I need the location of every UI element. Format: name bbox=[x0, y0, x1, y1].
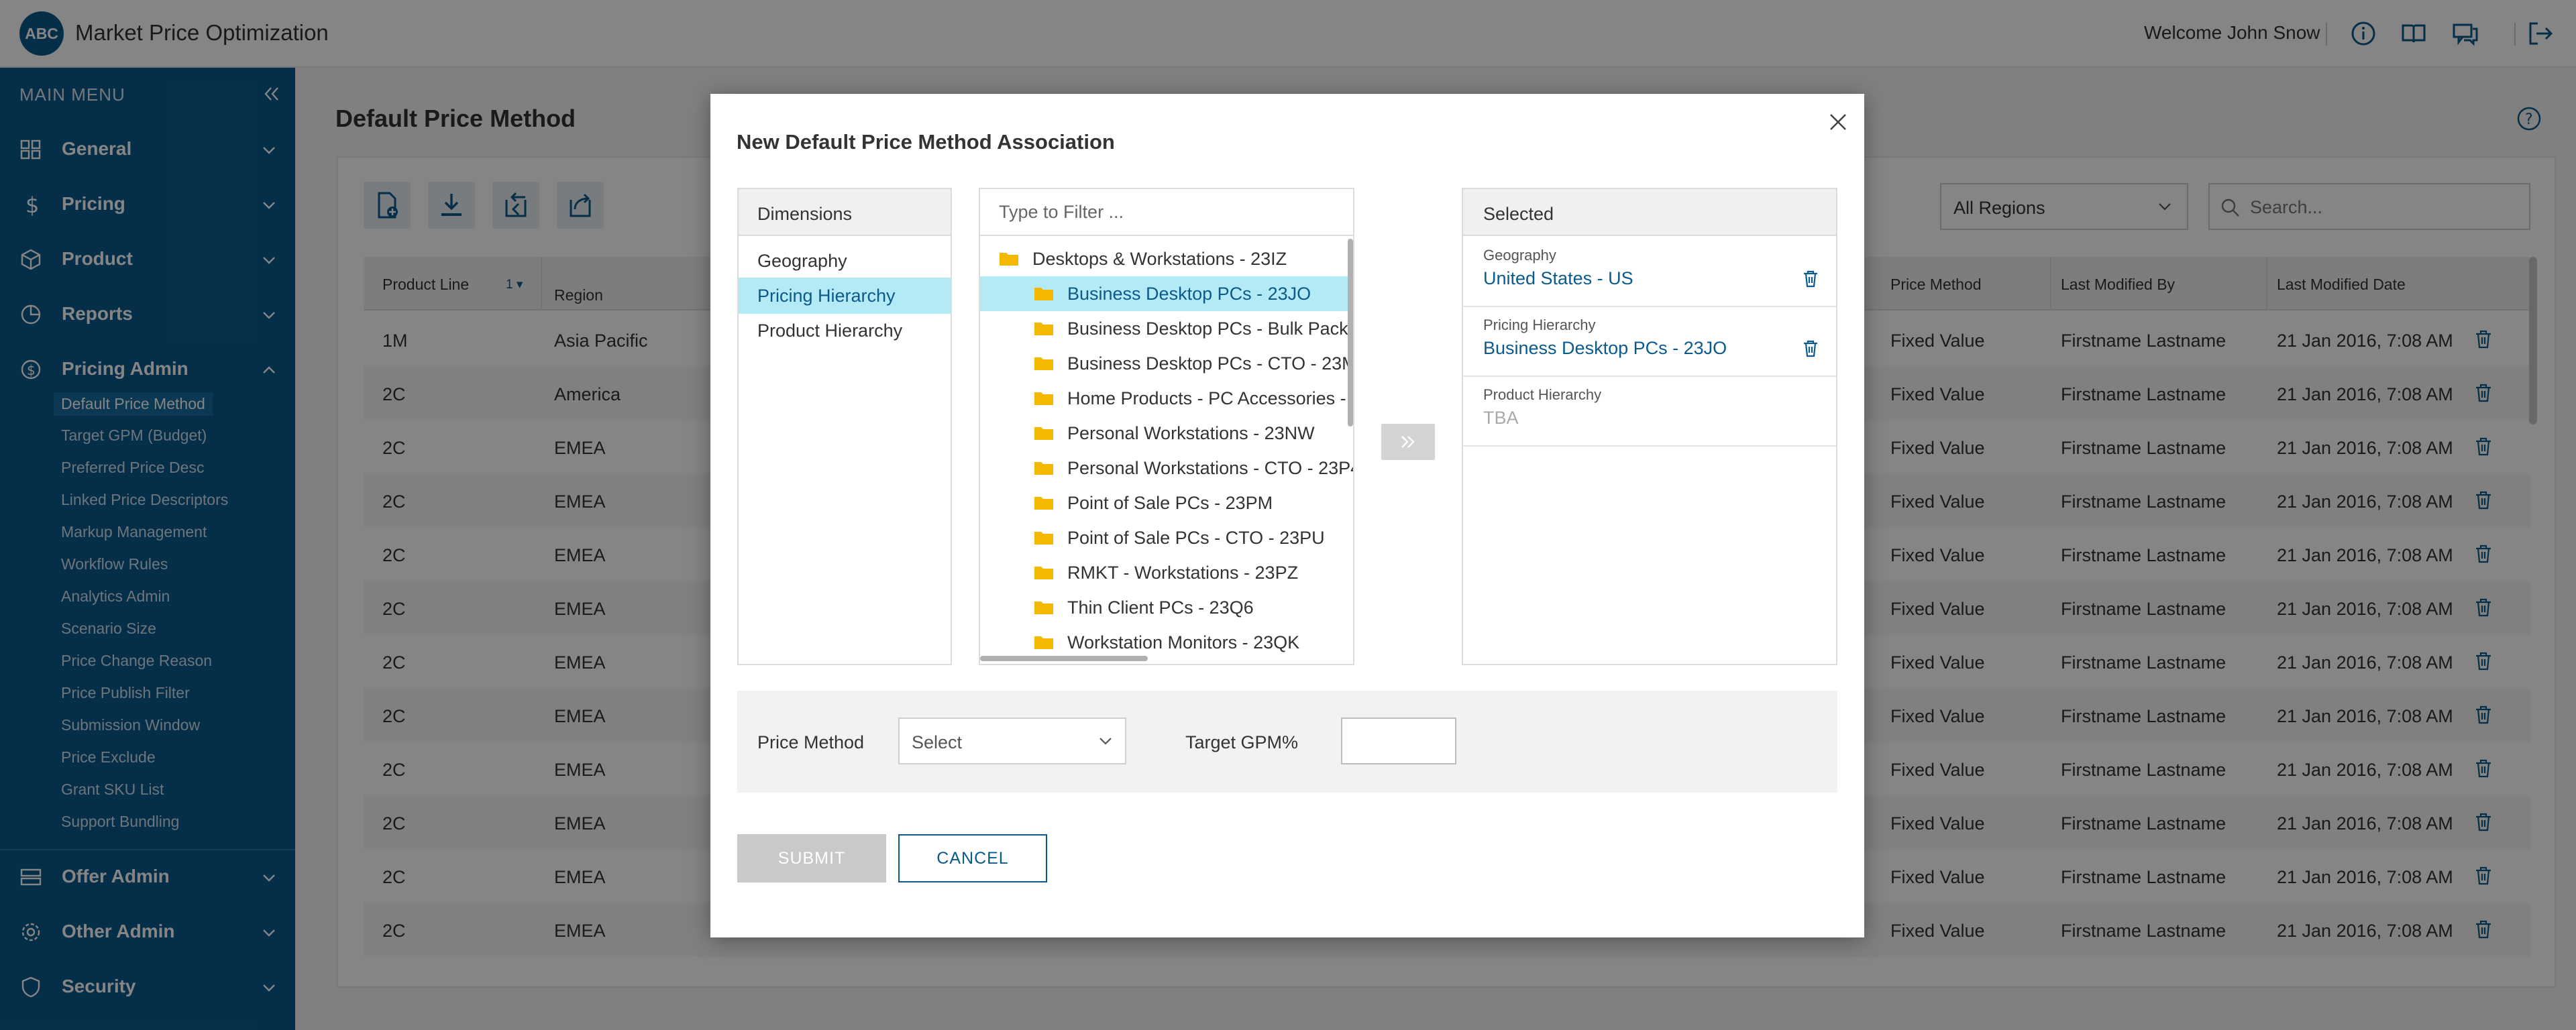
price-method-select[interactable]: Select bbox=[898, 718, 1126, 764]
folder-icon bbox=[1034, 532, 1053, 545]
folder-icon bbox=[1034, 323, 1053, 335]
tree-horizontal-scrollbar[interactable] bbox=[980, 656, 1148, 661]
dimension-product-hierarchy[interactable]: Product Hierarchy bbox=[739, 312, 951, 349]
tree-node[interactable]: Workstation Monitors - 23QK bbox=[980, 625, 1348, 660]
close-icon[interactable] bbox=[1827, 111, 1849, 133]
modal-title: New Default Price Method Association bbox=[737, 130, 1115, 154]
folder-icon bbox=[1034, 602, 1053, 614]
tree-node-label: Business Desktop PCs - 23JO bbox=[1067, 284, 1311, 304]
folder-icon bbox=[1034, 392, 1053, 405]
dimension-pricing-hierarchy[interactable]: Pricing Hierarchy bbox=[739, 278, 951, 314]
tree-node-label: Business Desktop PCs - CTO - 23M7 bbox=[1067, 353, 1354, 374]
selected-caption: Geography bbox=[1483, 247, 1556, 264]
tree-node[interactable]: Personal Workstations - 23NW bbox=[980, 416, 1348, 451]
folder-icon bbox=[1034, 427, 1053, 440]
cancel-button[interactable]: CANCEL bbox=[898, 834, 1047, 882]
tree-node-label: Personal Workstations - 23NW bbox=[1067, 423, 1315, 443]
tree-vertical-scrollbar[interactable] bbox=[1348, 239, 1353, 426]
price-method-value: Select bbox=[912, 732, 963, 752]
price-method-label: Price Method bbox=[757, 732, 865, 752]
folder-icon bbox=[1034, 567, 1053, 579]
tree-node-label: RMKT - Workstations - 23PZ bbox=[1067, 563, 1299, 583]
association-modal: New Default Price Method Association Dim… bbox=[710, 94, 1864, 937]
double-chevron-right-icon bbox=[1401, 436, 1415, 448]
chevron-down-icon bbox=[1099, 738, 1112, 745]
selected-header: Selected bbox=[1463, 189, 1836, 236]
tree-node[interactable]: Point of Sale PCs - CTO - 23PU bbox=[980, 520, 1348, 555]
tree-node-label: Personal Workstations - CTO - 23P4 bbox=[1067, 458, 1354, 478]
tree-node[interactable]: Point of Sale PCs - 23PM bbox=[980, 485, 1348, 520]
tree-node-label: Point of Sale PCs - CTO - 23PU bbox=[1067, 528, 1325, 548]
folder-icon bbox=[1034, 357, 1053, 370]
delete-icon[interactable] bbox=[1803, 270, 1819, 288]
selected-value: United States - US bbox=[1483, 268, 1633, 288]
tree-node[interactable]: Personal Workstations - CTO - 23P4 bbox=[980, 451, 1353, 485]
folder-icon bbox=[1034, 497, 1053, 510]
tree-node-label: Thin Client PCs - 23Q6 bbox=[1067, 597, 1254, 618]
selected-geography: Geography United States - US bbox=[1463, 237, 1836, 307]
tree-node-label: Point of Sale PCs - 23PM bbox=[1067, 493, 1273, 513]
selected-product-hierarchy: Product Hierarchy TBA bbox=[1463, 377, 1836, 447]
tree-node-label: Home Products - PC Accessories - 2 bbox=[1067, 388, 1354, 408]
tree-filter-input[interactable] bbox=[980, 189, 1353, 236]
tree-node[interactable]: Business Desktop PCs - CTO - 23M7 bbox=[980, 346, 1353, 381]
price-method-form: Price Method Select Target GPM% bbox=[737, 691, 1837, 793]
hierarchy-tree-panel: Desktops & Workstations - 23IZ Business … bbox=[979, 188, 1354, 665]
tree-node-label: Desktops & Workstations - 23IZ bbox=[1032, 249, 1287, 269]
tree-node[interactable]: RMKT - Workstations - 23PZ bbox=[980, 555, 1348, 590]
tree-node-root[interactable]: Desktops & Workstations - 23IZ bbox=[980, 241, 1348, 276]
folder-icon bbox=[1034, 462, 1053, 475]
target-gpm-label: Target GPM% bbox=[1185, 732, 1299, 752]
dimensions-header: Dimensions bbox=[739, 189, 951, 236]
tree-node-label: Business Desktop PCs - Bulk Pack O bbox=[1067, 319, 1354, 339]
selected-caption: Product Hierarchy bbox=[1483, 386, 1602, 403]
target-gpm-input[interactable] bbox=[1341, 718, 1456, 764]
folder-icon bbox=[1034, 288, 1053, 300]
dimension-geography[interactable]: Geography bbox=[739, 243, 951, 279]
delete-icon[interactable] bbox=[1803, 339, 1819, 358]
tree-node[interactable]: Home Products - PC Accessories - 2 bbox=[980, 381, 1353, 416]
selected-caption: Pricing Hierarchy bbox=[1483, 317, 1596, 333]
selected-value: TBA bbox=[1483, 408, 1519, 428]
dimensions-panel: Dimensions Geography Pricing Hierarchy P… bbox=[737, 188, 952, 665]
submit-button[interactable]: SUBMIT bbox=[737, 834, 886, 882]
tree-node-label: Workstation Monitors - 23QK bbox=[1067, 632, 1300, 652]
tree-node[interactable]: Business Desktop PCs - Bulk Pack O bbox=[980, 311, 1353, 346]
tree-node[interactable]: Business Desktop PCs - 23JO bbox=[980, 276, 1348, 311]
selected-value: Business Desktop PCs - 23JO bbox=[1483, 338, 1727, 358]
selected-pricing-hierarchy: Pricing Hierarchy Business Desktop PCs -… bbox=[1463, 307, 1836, 377]
selected-panel: Selected Geography United States - US Pr… bbox=[1462, 188, 1837, 665]
tree-node[interactable]: Thin Client PCs - 23Q6 bbox=[980, 590, 1348, 625]
move-to-selected-button[interactable] bbox=[1381, 424, 1435, 460]
folder-open-icon bbox=[1000, 253, 1018, 266]
folder-icon bbox=[1034, 636, 1053, 649]
